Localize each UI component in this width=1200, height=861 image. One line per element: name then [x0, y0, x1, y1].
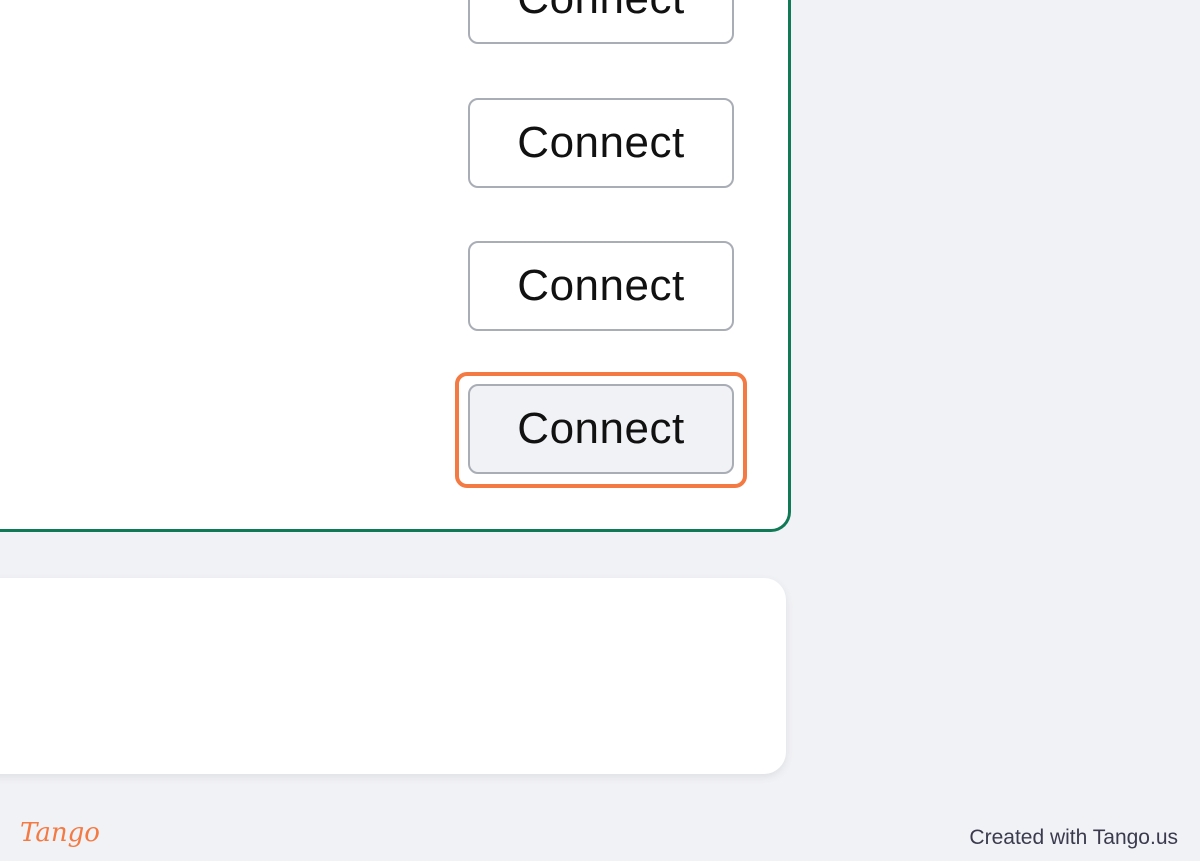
tango-logo: Tango — [20, 818, 100, 848]
connect-button-2[interactable]: Connect — [468, 98, 734, 188]
connect-button-1[interactable]: Connect — [468, 0, 734, 44]
screenshot-stage: Connect Connect Connect Connect Tango Cr… — [0, 0, 1200, 861]
connect-button-4[interactable]: Connect — [468, 384, 734, 474]
connect-button-3[interactable]: Connect — [468, 241, 734, 331]
created-with-credit: Created with Tango.us — [969, 826, 1178, 849]
secondary-card — [0, 578, 786, 774]
